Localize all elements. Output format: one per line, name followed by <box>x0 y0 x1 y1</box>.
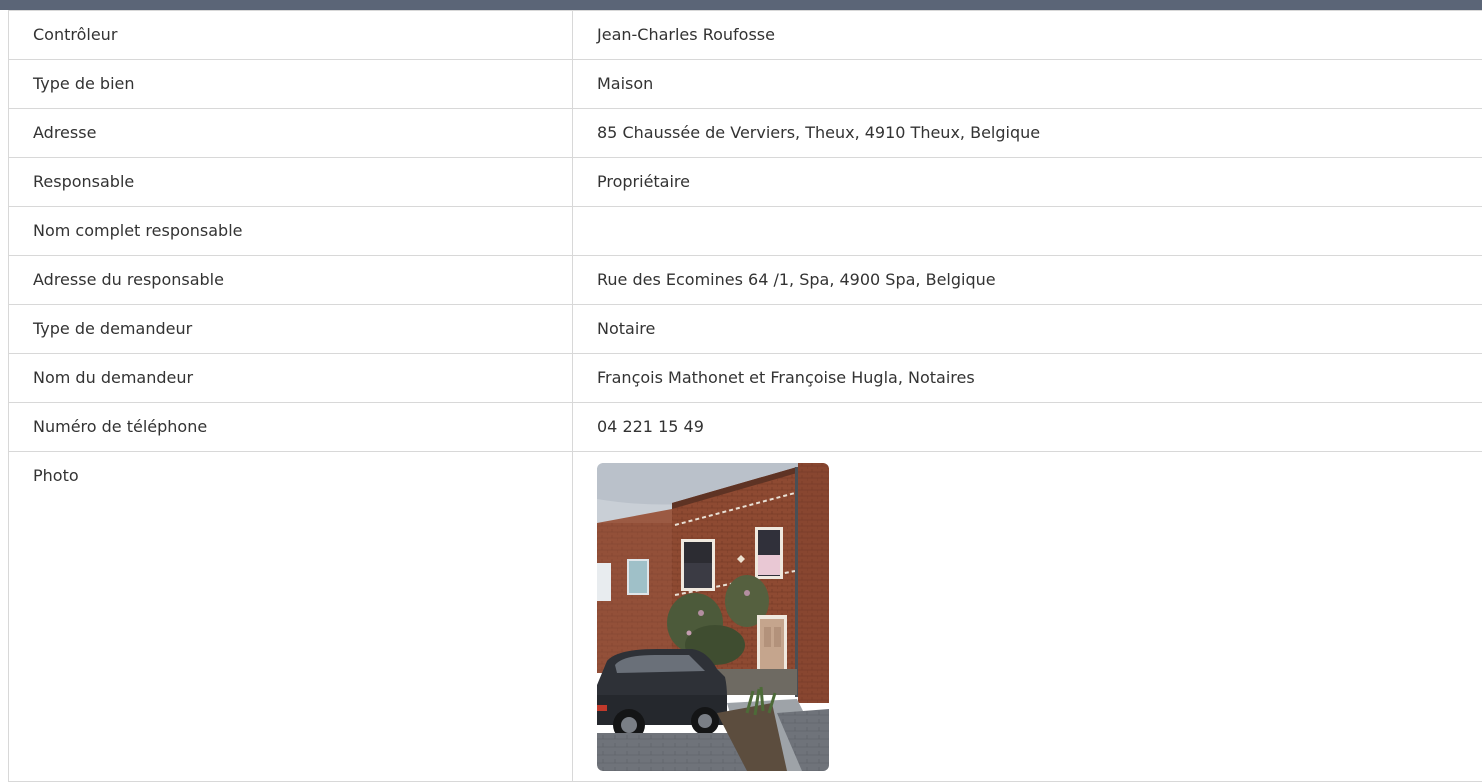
row-value-responsable: Propriétaire <box>573 158 1482 207</box>
row-label-adresse-du-responsable: Adresse du responsable <box>9 256 573 305</box>
row-value-adresse-du-responsable: Rue des Ecomines 64 /1, Spa, 4900 Spa, B… <box>573 256 1482 305</box>
table-row: Contrôleur Jean-Charles Roufosse <box>9 11 1482 60</box>
row-value-photo <box>573 452 1482 782</box>
row-label-photo: Photo <box>9 452 573 782</box>
header-bar <box>0 0 1482 10</box>
table-row: Adresse du responsable Rue des Ecomines … <box>9 256 1482 305</box>
row-label-controleur: Contrôleur <box>9 11 573 60</box>
row-label-numero-de-telephone: Numéro de téléphone <box>9 403 573 452</box>
table-row: Type de bien Maison <box>9 60 1482 109</box>
row-label-type-de-demandeur: Type de demandeur <box>9 305 573 354</box>
row-value-nom-du-demandeur: François Mathonet et Françoise Hugla, No… <box>573 354 1482 403</box>
row-value-nom-complet-responsable <box>573 207 1482 256</box>
row-label-nom-complet-responsable: Nom complet responsable <box>9 207 573 256</box>
property-photo[interactable] <box>597 463 829 771</box>
table-row: Responsable Propriétaire <box>9 158 1482 207</box>
row-label-nom-du-demandeur: Nom du demandeur <box>9 354 573 403</box>
table-row: Nom complet responsable <box>9 207 1482 256</box>
table-row: Photo <box>9 452 1482 782</box>
table-row: Nom du demandeur François Mathonet et Fr… <box>9 354 1482 403</box>
row-value-controleur: Jean-Charles Roufosse <box>573 11 1482 60</box>
table-row: Numéro de téléphone 04 221 15 49 <box>9 403 1482 452</box>
row-label-adresse: Adresse <box>9 109 573 158</box>
row-label-type-de-bien: Type de bien <box>9 60 573 109</box>
row-value-type-de-bien: Maison <box>573 60 1482 109</box>
row-value-numero-de-telephone: 04 221 15 49 <box>573 403 1482 452</box>
table-row: Adresse 85 Chaussée de Verviers, Theux, … <box>9 109 1482 158</box>
property-details-table: Contrôleur Jean-Charles Roufosse Type de… <box>8 10 1482 782</box>
table-row: Type de demandeur Notaire <box>9 305 1482 354</box>
row-value-adresse: 85 Chaussée de Verviers, Theux, 4910 The… <box>573 109 1482 158</box>
row-label-responsable: Responsable <box>9 158 573 207</box>
row-value-type-de-demandeur: Notaire <box>573 305 1482 354</box>
